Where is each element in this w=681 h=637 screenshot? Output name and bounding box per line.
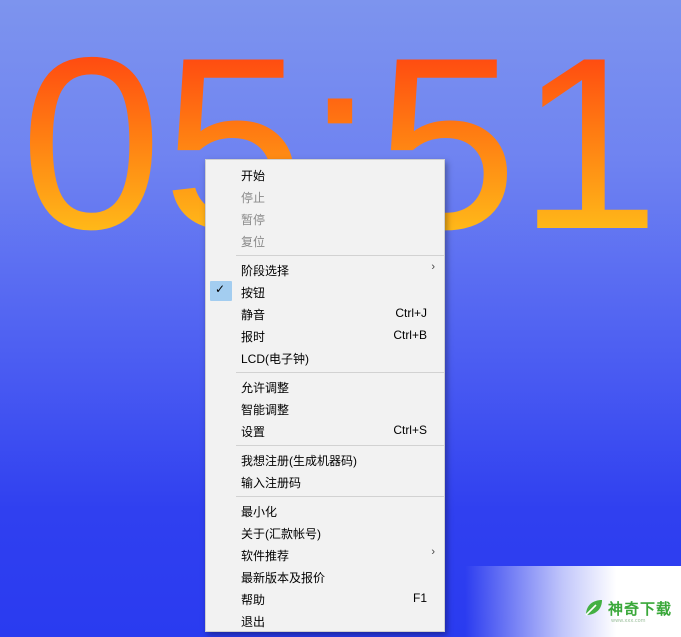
menu-item-smart-adjust[interactable]: 智能调整 (207, 397, 443, 419)
menu-item-register[interactable]: 我想注册(生成机器码) (207, 448, 443, 470)
menu-item-about[interactable]: 关于(汇款帐号) (207, 521, 443, 543)
menu-item-reset[interactable]: 复位 (207, 229, 443, 251)
menu-item-label: 阶段选择 (241, 264, 290, 278)
menu-item-label: 关于(汇款帐号) (241, 527, 321, 541)
menu-item-label: 复位 (241, 235, 266, 249)
menu-item-label: 静音 (241, 308, 266, 322)
menu-item-exit[interactable]: 退出 (207, 609, 443, 631)
menu-item-stop[interactable]: 停止 (207, 185, 443, 207)
menu-item-mute[interactable]: 静音 Ctrl+J (207, 302, 443, 324)
menu-item-label: 软件推荐 (241, 549, 290, 563)
menu-separator (236, 255, 444, 256)
menu-item-label: 帮助 (241, 593, 266, 607)
menu-item-label: 开始 (241, 169, 266, 183)
menu-item-buttons[interactable]: ✓ 按钮 (207, 280, 443, 302)
watermark-subtext: www.xxx.com (611, 618, 646, 624)
menu-item-label: 报时 (241, 330, 266, 344)
menu-item-label: LCD(电子钟) (241, 352, 309, 366)
menu-item-settings[interactable]: 设置 Ctrl+S (207, 419, 443, 441)
menu-item-help[interactable]: 帮助 F1 (207, 587, 443, 609)
menu-item-label: 允许调整 (241, 381, 290, 395)
menu-item-shortcut: F1 (412, 591, 427, 605)
menu-item-chime[interactable]: 报时 Ctrl+B (207, 324, 443, 346)
menu-item-label: 暂停 (241, 213, 266, 227)
menu-item-shortcut: Ctrl+S (393, 423, 427, 437)
menu-item-label: 设置 (241, 425, 266, 439)
menu-separator (236, 496, 444, 497)
menu-item-label: 我想注册(生成机器码) (241, 454, 357, 468)
menu-item-label: 智能调整 (241, 403, 290, 417)
menu-item-recommend[interactable]: 软件推荐 › (207, 543, 443, 565)
menu-separator (236, 445, 444, 446)
menu-item-minimize[interactable]: 最小化 (207, 499, 443, 521)
leaf-logo-icon (585, 600, 602, 616)
chevron-right-icon: › (431, 261, 435, 273)
menu-item-label: 退出 (241, 615, 266, 629)
menu-item-start[interactable]: 开始 (207, 163, 443, 185)
watermark: 神奇下载 www.xxx.com (465, 566, 681, 637)
menu-separator (236, 372, 444, 373)
menu-item-label: 按钮 (241, 286, 266, 300)
menu-item-pause[interactable]: 暂停 (207, 207, 443, 229)
menu-item-allow-adjust[interactable]: 允许调整 (207, 375, 443, 397)
menu-item-lcd[interactable]: LCD(电子钟) (207, 346, 443, 368)
menu-item-enter-code[interactable]: 输入注册码 (207, 470, 443, 492)
checkmark-icon: ✓ (215, 282, 226, 296)
menu-item-shortcut: Ctrl+B (393, 328, 427, 342)
menu-item-latest-version[interactable]: 最新版本及报价 (207, 565, 443, 587)
watermark-text: 神奇下载 (608, 600, 673, 618)
menu-item-label: 输入注册码 (241, 476, 302, 490)
menu-item-shortcut: Ctrl+J (395, 306, 427, 320)
chevron-right-icon: › (431, 546, 435, 558)
menu-item-label: 停止 (241, 191, 266, 205)
menu-item-label: 最小化 (241, 505, 278, 519)
context-menu: 开始 停止 暂停 复位 阶段选择 › ✓ 按钮 静音 Ctrl+J 报时 Ctr… (205, 159, 445, 632)
menu-item-label: 最新版本及报价 (241, 571, 326, 585)
menu-item-stage-select[interactable]: 阶段选择 › (207, 258, 443, 280)
